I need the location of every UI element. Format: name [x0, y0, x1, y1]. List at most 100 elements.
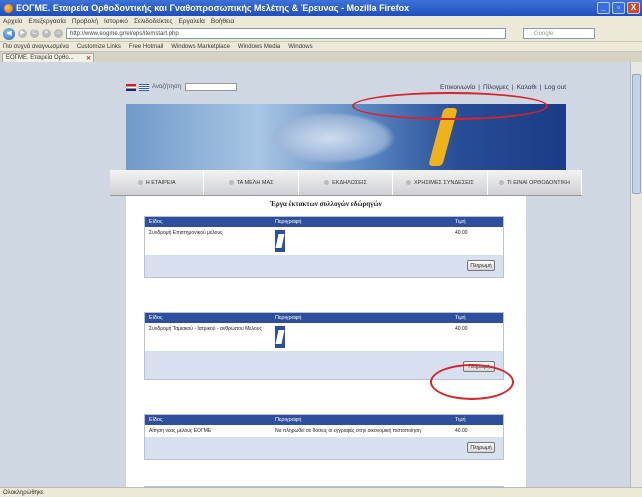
reload-icon[interactable]: C — [30, 29, 39, 38]
order-block: Είδος Περιγραφή Τιμή Συνδρομή Ταμιακού -… — [144, 312, 504, 380]
menu-bar: Αρχείο Επεξεργασία Προβολή Ιστορικό Σελι… — [0, 16, 642, 26]
nav-orthodontics[interactable]: ΤΙ ΕΙΝΑΙ ΟΡΘΟΔΟΝΤΙΚΗ — [488, 170, 583, 195]
web-page: Αναζήτηση Επικοινωνία | Πίλογμες | Καλαθ… — [0, 62, 630, 487]
bookmark-item[interactable]: Πιο συχνά αναγνωσμένα — [3, 44, 69, 50]
tab-label: ΕΟΓΜΕ. Εταιρεία Ορθο... — [6, 55, 74, 61]
status-text: Ολοκληρώθηκε — [3, 489, 44, 496]
col-item: Είδος — [149, 219, 163, 225]
bookmarks-toolbar: Πιο συχνά αναγνωσμένα Customize Links Fr… — [0, 42, 642, 52]
order-header: Είδος Περιγραφή Τιμή — [145, 415, 503, 425]
col-item: Είδος — [149, 315, 163, 321]
col-price: Τιμή — [455, 417, 466, 423]
nav-label: ΤΙ ΕΙΝΑΙ ΟΡΘΟΔΟΝΤΙΚΗ — [506, 179, 570, 186]
content-panel: Έργα έκτακτων συλλογών εδώρηγών Είδος Πε… — [126, 196, 526, 487]
order-row: Συνδρομή Ταμιακού - Ιατρικού - ανθρώπου … — [145, 323, 503, 351]
site-search-input[interactable] — [184, 83, 237, 91]
nav-label: ΧΡΗΣΙΜΕΣ ΣΥΝΔΕΣΕΙΣ — [414, 179, 474, 186]
bookmark-item[interactable]: Windows Media — [238, 44, 280, 50]
order-block: Είδος Περιγραφή Τιμή Συνδρομή Επιστημονι… — [144, 216, 504, 278]
order-block: Είδος Περιγραφή Τιμή Αίτηση νέας μέλους … — [144, 414, 504, 460]
menu-help[interactable]: Βοήθεια — [211, 18, 234, 25]
banner-photo — [266, 112, 396, 164]
nav-company[interactable]: Η ΕΤΑΙΡΕΙΑ — [110, 170, 205, 195]
menu-history[interactable]: Ιστορικό — [104, 18, 128, 25]
cart-link[interactable]: Καλαθι — [517, 84, 537, 91]
pay-button[interactable]: Πληρωμή — [467, 442, 495, 453]
link-separator: | — [478, 83, 480, 91]
nav-label: Η ΕΤΑΙΡΕΙΑ — [145, 179, 176, 186]
nav-links[interactable]: ΧΡΗΣΙΜΕΣ ΣΥΝΔΕΣΕΙΣ — [393, 170, 488, 195]
nav-label: ΕΚΔΗΛΩΣΕΙΣ — [332, 179, 367, 186]
payments-link[interactable]: Πίλογμες — [483, 84, 509, 91]
document-icon — [275, 230, 285, 252]
minimize-button[interactable]: _ — [597, 2, 610, 14]
bookmark-item[interactable]: Windows — [288, 44, 312, 50]
bookmark-item[interactable]: Windows Marketplace — [171, 44, 230, 50]
close-tab-icon[interactable]: ✕ — [86, 55, 91, 62]
page-title: Έργα έκτακτων συλλογών εδώρηγών — [270, 200, 382, 208]
pay-button[interactable]: Πληρωμή — [467, 260, 495, 271]
order-price: 40.00 — [455, 230, 468, 236]
top-links: Επικοινωνία | Πίλογμες | Καλαθι | Log ou… — [440, 84, 566, 91]
col-price: Τιμή — [455, 315, 466, 321]
link-separator: | — [539, 83, 542, 91]
back-icon[interactable]: ◀ — [3, 27, 15, 40]
col-price: Τιμή — [455, 219, 466, 225]
bullet-icon — [406, 180, 412, 185]
search-input[interactable]: Google — [523, 28, 595, 39]
close-window-button[interactable]: X — [627, 2, 640, 14]
menu-view[interactable]: Προβολή — [72, 18, 98, 25]
vertical-scrollbar[interactable] — [630, 62, 642, 487]
order-footer: Πληρωμή — [145, 437, 503, 459]
stop-icon[interactable]: ✕ — [42, 29, 51, 38]
order-header: Είδος Περιγραφή Τιμή — [145, 313, 503, 323]
url-input[interactable]: http://www.eogme.gr/el/eps/itemstart.php — [66, 28, 506, 39]
english-flag-icon[interactable] — [126, 83, 136, 91]
bullet-icon — [498, 180, 504, 185]
navigation-toolbar: ◀ ▶ C ✕ ⌂ http://www.eogme.gr/el/eps/ite… — [0, 26, 642, 42]
order-footer: Πληρωμή — [145, 351, 503, 379]
order-description — [275, 326, 455, 348]
order-item: Συνδρομή Επιστημονικού μέλους — [149, 230, 223, 236]
col-item: Είδος — [149, 417, 163, 423]
order-description — [275, 230, 455, 252]
col-description: Περιγραφή — [275, 417, 302, 423]
bullet-icon — [228, 180, 234, 185]
order-header: Είδος Περιγραφή Τιμή — [145, 217, 503, 227]
maximize-button[interactable]: ▫ — [612, 2, 625, 14]
col-description: Περιγραφή — [275, 315, 302, 321]
site-search-label: Αναζήτηση — [152, 84, 181, 90]
tab-strip: ΕΟΓΜΕ. Εταιρεία Ορθο... ✕ — [0, 52, 642, 62]
tab-eogme[interactable]: ΕΟΓΜΕ. Εταιρεία Ορθο... ✕ — [2, 53, 94, 62]
greece-map-logo — [428, 108, 458, 166]
main-navigation: Η ΕΤΑΙΡΕΙΑ ΤΑ ΜΕΛΗ ΜΑΣ ΕΚΔΗΛΩΣΕΙΣ ΧΡΗΣΙΜ… — [110, 170, 583, 196]
home-icon[interactable]: ⌂ — [54, 29, 63, 38]
pay-button[interactable]: Πληρωμή — [463, 361, 495, 372]
order-row: Συνδρομή Επιστημονικού μέλους 40.00 — [145, 227, 503, 255]
link-separator: | — [511, 83, 514, 91]
bullet-icon — [137, 180, 143, 185]
site-banner — [126, 104, 566, 170]
order-price: 40.00 — [455, 428, 468, 434]
scrollbar-thumb[interactable] — [632, 74, 641, 194]
menu-bookmarks[interactable]: Σελιδοδείκτες — [134, 18, 173, 25]
order-price: 40.00 — [455, 326, 468, 332]
status-bar: Ολοκληρώθηκε — [0, 487, 642, 497]
document-icon — [275, 326, 285, 348]
menu-file[interactable]: Αρχείο — [3, 18, 22, 25]
forward-icon[interactable]: ▶ — [18, 29, 27, 38]
window-title: ΕΟΓΜΕ. Εταιρεία Ορθοδοντικής και Γναθοπρ… — [16, 3, 410, 13]
bookmark-item[interactable]: Free Hotmail — [129, 44, 163, 50]
menu-edit[interactable]: Επεξεργασία — [28, 18, 65, 25]
logout-link[interactable]: Log out — [544, 84, 566, 91]
order-row: Αίτηση νέας μέλους ΕΟΓΜΕ Να πληρωθεί σε … — [145, 425, 503, 437]
nav-members[interactable]: ΤΑ ΜΕΛΗ ΜΑΣ — [204, 170, 299, 195]
contact-link[interactable]: Επικοινωνία — [440, 84, 475, 91]
bullet-icon — [324, 180, 330, 185]
nav-events[interactable]: ΕΚΔΗΛΩΣΕΙΣ — [299, 170, 394, 195]
menu-tools[interactable]: Εργαλεία — [178, 18, 204, 25]
col-description: Περιγραφή — [275, 219, 302, 225]
firefox-icon — [4, 3, 13, 13]
bookmark-item[interactable]: Customize Links — [77, 44, 121, 50]
greek-flag-icon[interactable] — [139, 83, 149, 91]
